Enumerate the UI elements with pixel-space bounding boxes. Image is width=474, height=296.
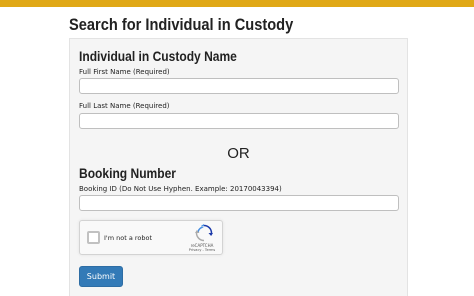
booking-section-heading: Booking Number [79,165,176,181]
name-section-heading: Individual in Custody Name [79,48,237,64]
recaptcha-label: I'm not a robot [104,234,153,242]
last-name-label: Full Last Name (Required) [79,102,170,110]
first-name-input[interactable] [79,78,399,94]
recaptcha-privacy-terms[interactable]: Privacy - Terms [180,248,224,253]
top-accent-bar [0,0,474,7]
first-name-label: Full First Name (Required) [79,68,170,76]
submit-button[interactable]: Submit [79,266,123,287]
page-title: Search for Individual in Custody [69,15,294,34]
recaptcha-logo-icon [195,224,213,242]
booking-id-label: Booking ID (Do Not Use Hyphen. Example: … [79,185,282,193]
or-divider: OR [0,144,474,164]
recaptcha-checkbox[interactable] [87,231,100,244]
recaptcha-widget: I'm not a robot reCAPTCHA Privacy - Term… [79,220,223,255]
booking-id-input[interactable] [79,195,399,211]
last-name-input[interactable] [79,113,399,129]
or-divider-text: OR [227,145,250,162]
